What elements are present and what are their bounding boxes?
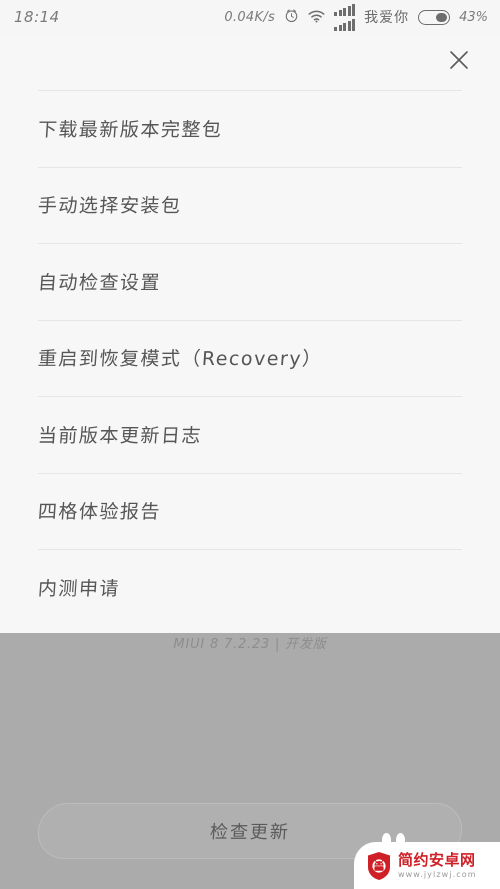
battery-icon <box>418 9 451 25</box>
update-options-sheet: 下载最新版本完整包 手动选择安装包 自动检查设置 重启到恢复模式（Recover… <box>0 34 500 633</box>
alarm-clock-icon <box>284 8 299 27</box>
menu-item-label: 手动选择安装包 <box>37 195 183 218</box>
status-bar-right-group: 0.04K/s 我爱你 43% <box>224 3 488 31</box>
check-update-label: 检查更新 <box>209 822 291 843</box>
menu-list: 下载最新版本完整包 手动选择安装包 自动检查设置 重启到恢复模式（Recover… <box>0 90 500 626</box>
watermark-text: 简约安卓网 www.jylzwj.com <box>398 850 477 879</box>
menu-item-label: 当前版本更新日志 <box>37 424 203 447</box>
watermark-title: 简约安卓网 <box>398 850 476 869</box>
android-shield-logo-icon <box>366 851 392 881</box>
menu-item-label: 内测申请 <box>37 577 121 600</box>
bunny-ears-decoration <box>382 833 412 847</box>
signal-bars-icon <box>334 3 356 31</box>
menu-item-label: 四格体验报告 <box>37 501 162 524</box>
menu-item-manual-select-package[interactable]: 手动选择安装包 <box>37 166 462 244</box>
sheet-header <box>0 34 500 90</box>
status-bar: 18:14 0.04K/s 我爱你 43% <box>0 0 500 34</box>
menu-item-label: 重启到恢复模式（Recovery） <box>37 348 324 371</box>
menu-item-reboot-recovery[interactable]: 重启到恢复模式（Recovery） <box>37 319 462 397</box>
menu-item-label: 下载最新版本完整包 <box>37 118 224 141</box>
carrier-label: 我爱你 <box>364 10 410 26</box>
status-bar-clock: 18:14 <box>14 8 60 26</box>
menu-item-experience-report[interactable]: 四格体验报告 <box>37 472 462 550</box>
watermark-url: www.jylzwj.com <box>398 869 477 879</box>
menu-item-auto-check-settings[interactable]: 自动检查设置 <box>37 243 462 320</box>
wifi-icon <box>308 8 325 27</box>
version-label: MIUI 8 7.2.23 | 开发版 <box>173 637 327 652</box>
menu-item-changelog[interactable]: 当前版本更新日志 <box>37 396 462 473</box>
battery-percent-label: 43% <box>459 9 488 25</box>
menu-item-beta-application[interactable]: 内测申请 <box>37 549 462 626</box>
close-icon <box>448 49 470 75</box>
network-speed-label: 0.04K/s <box>224 9 276 25</box>
menu-item-label: 自动检查设置 <box>37 271 162 294</box>
close-button[interactable] <box>442 45 476 79</box>
menu-item-download-full-package[interactable]: 下载最新版本完整包 <box>37 90 462 167</box>
site-watermark: 简约安卓网 www.jylzwj.com <box>354 833 500 889</box>
